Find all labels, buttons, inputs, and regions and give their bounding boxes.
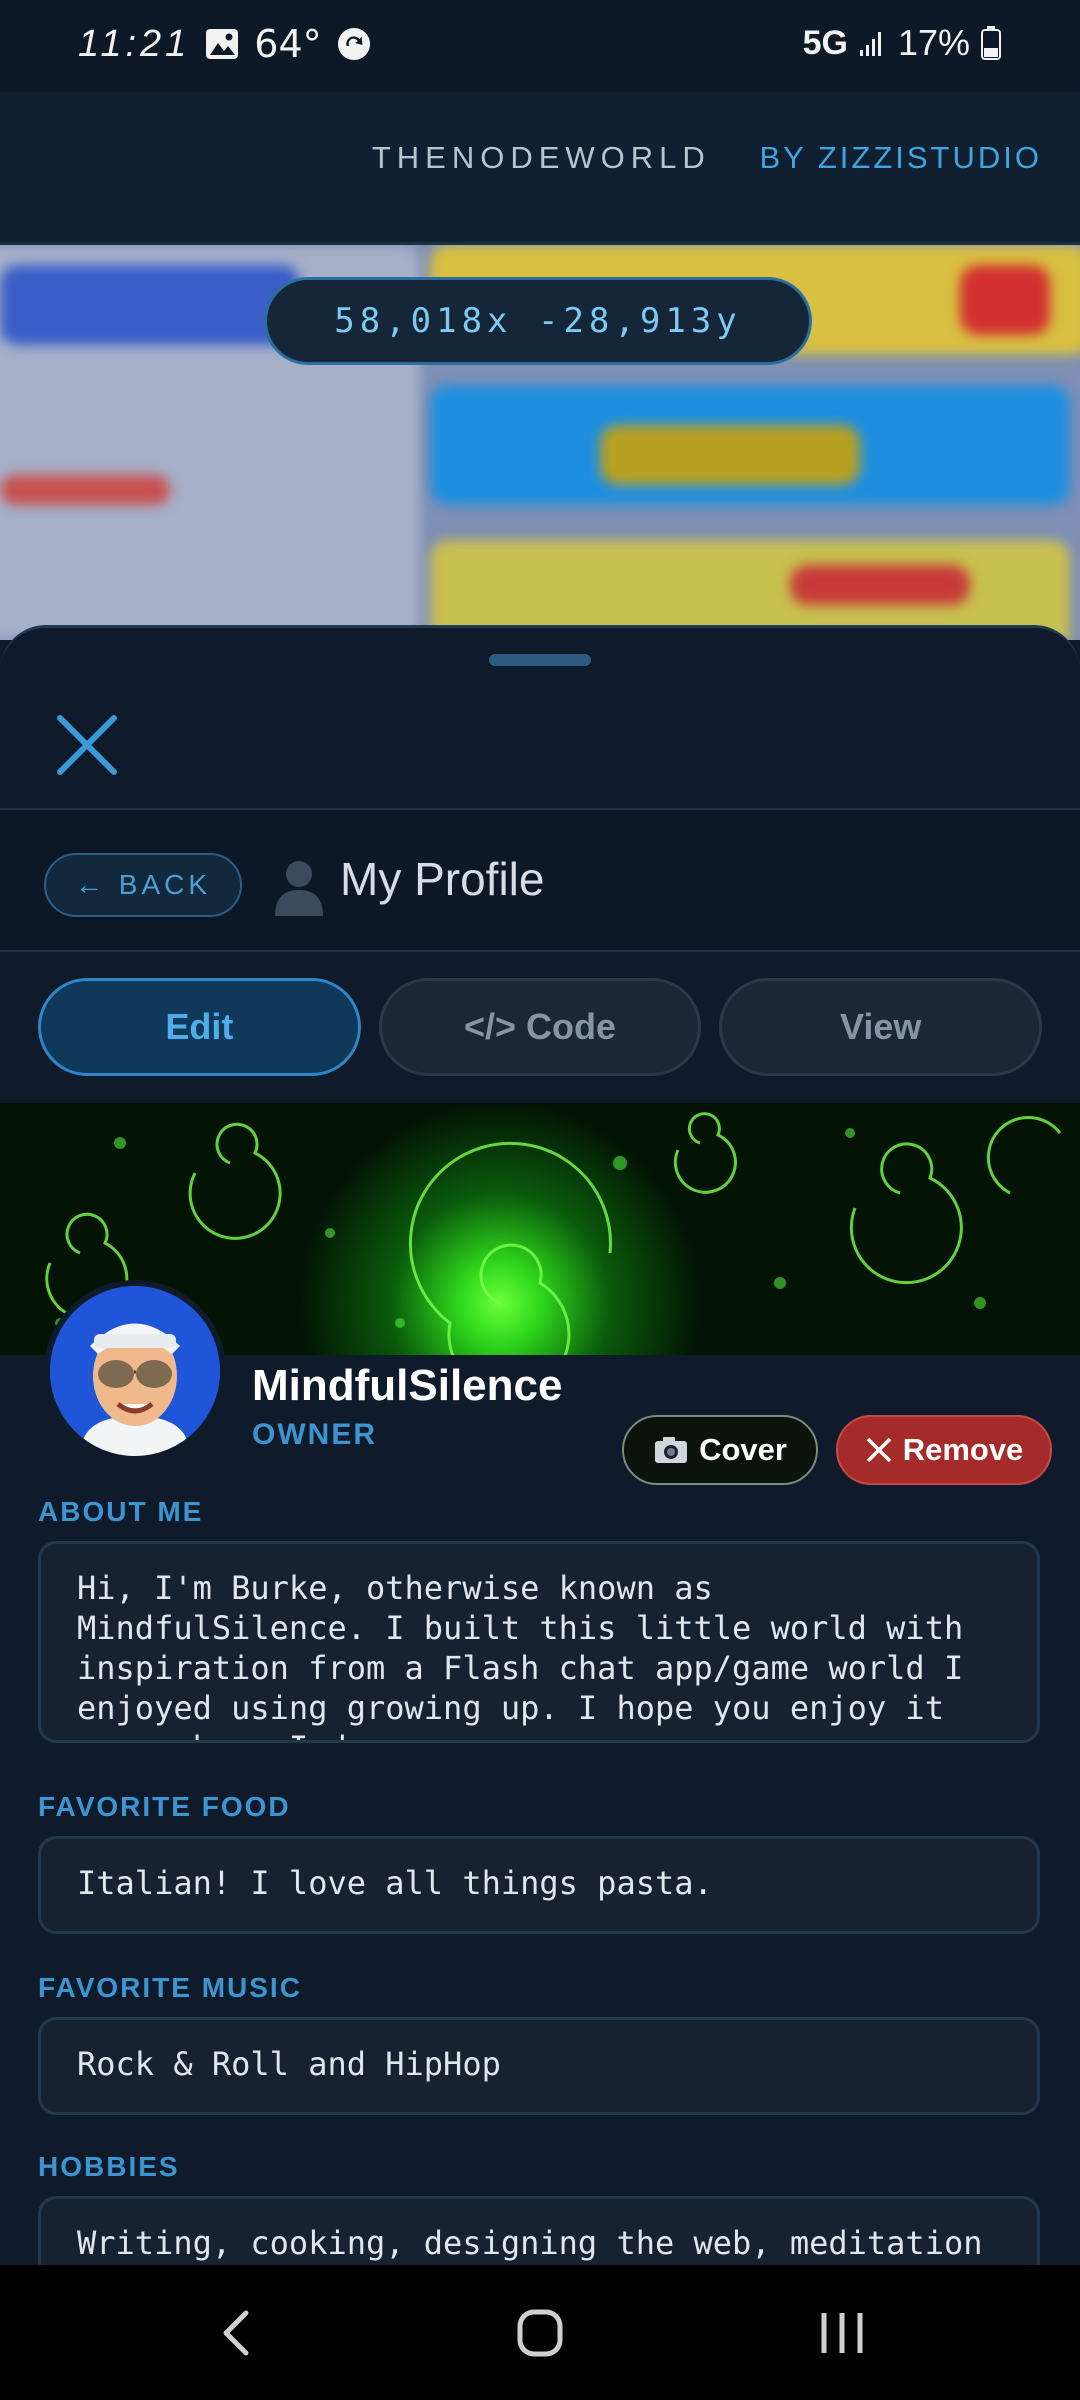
tab-code[interactable]: </> Code (378, 978, 702, 1076)
favorite-food-label: FAVORITE FOOD (38, 1791, 291, 1822)
about-me-field[interactable]: Hi, I'm Burke, otherwise known as Mindfu… (38, 1541, 1040, 1743)
brand-secondary[interactable]: BY ZIZZISTUDIO (759, 140, 1042, 175)
change-cover-button[interactable]: Cover (622, 1415, 818, 1485)
status-bar: 11:21 64° 5G 17% (0, 0, 1080, 92)
back-nav-icon[interactable] (208, 2305, 268, 2361)
user-icon (275, 861, 323, 916)
battery-icon (981, 26, 1001, 60)
tab-edit[interactable]: Edit (38, 978, 361, 1076)
close-icon (866, 1437, 891, 1463)
close-icon[interactable] (52, 710, 122, 780)
favorite-music-label: FAVORITE MUSIC (38, 1972, 302, 2003)
status-temperature: 64° (254, 22, 322, 66)
brand-primary: THENODEWORLD (371, 140, 711, 175)
network-indicator: 5G (802, 23, 848, 62)
gallery-icon (206, 29, 239, 59)
profile-sheet: ← BACK My Profile Edit </> Code View Cov… (0, 625, 1080, 2268)
brand: THENODEWORLD BY ZIZZISTUDIO (372, 140, 1042, 176)
camera-icon (655, 1437, 688, 1463)
favorite-food-field[interactable]: Italian! I love all things pasta. (38, 1836, 1040, 1934)
cover-button-label: Cover (699, 1432, 787, 1467)
username: MindfulSilence (252, 1361, 563, 1410)
favorite-music-field[interactable]: Rock & Roll and HipHop (38, 2017, 1040, 2115)
sync-icon (337, 27, 370, 61)
home-nav-icon[interactable] (510, 2305, 570, 2361)
status-time: 11:21 (78, 22, 191, 65)
remove-cover-button[interactable]: Remove (836, 1415, 1052, 1485)
avatar[interactable] (44, 1280, 226, 1462)
remove-button-label: Remove (902, 1432, 1024, 1467)
back-button[interactable]: ← BACK (44, 853, 242, 917)
avatar-image (50, 1286, 220, 1456)
profile-tabs: Edit </> Code View (38, 978, 1043, 1076)
tab-view[interactable]: View (719, 978, 1043, 1076)
app-header: THENODEWORLD BY ZIZZISTUDIO (0, 92, 1080, 245)
recents-nav-icon[interactable] (812, 2305, 872, 2361)
hobbies-label: HOBBIES (38, 2151, 180, 2182)
divider (0, 950, 1080, 952)
role-badge: OWNER (252, 1418, 377, 1451)
coordinates-display: 58,018x -28,913y (264, 277, 812, 365)
hobbies-field[interactable]: Writing, cooking, designing the web, med… (38, 2196, 1040, 2268)
signal-icon (859, 32, 881, 56)
about-me-label: ABOUT ME (38, 1496, 204, 1527)
page-title: My Profile (340, 853, 545, 905)
system-nav-bar (0, 2265, 1080, 2400)
sheet-drag-handle[interactable] (489, 654, 591, 666)
battery-percent: 17% (897, 22, 970, 63)
